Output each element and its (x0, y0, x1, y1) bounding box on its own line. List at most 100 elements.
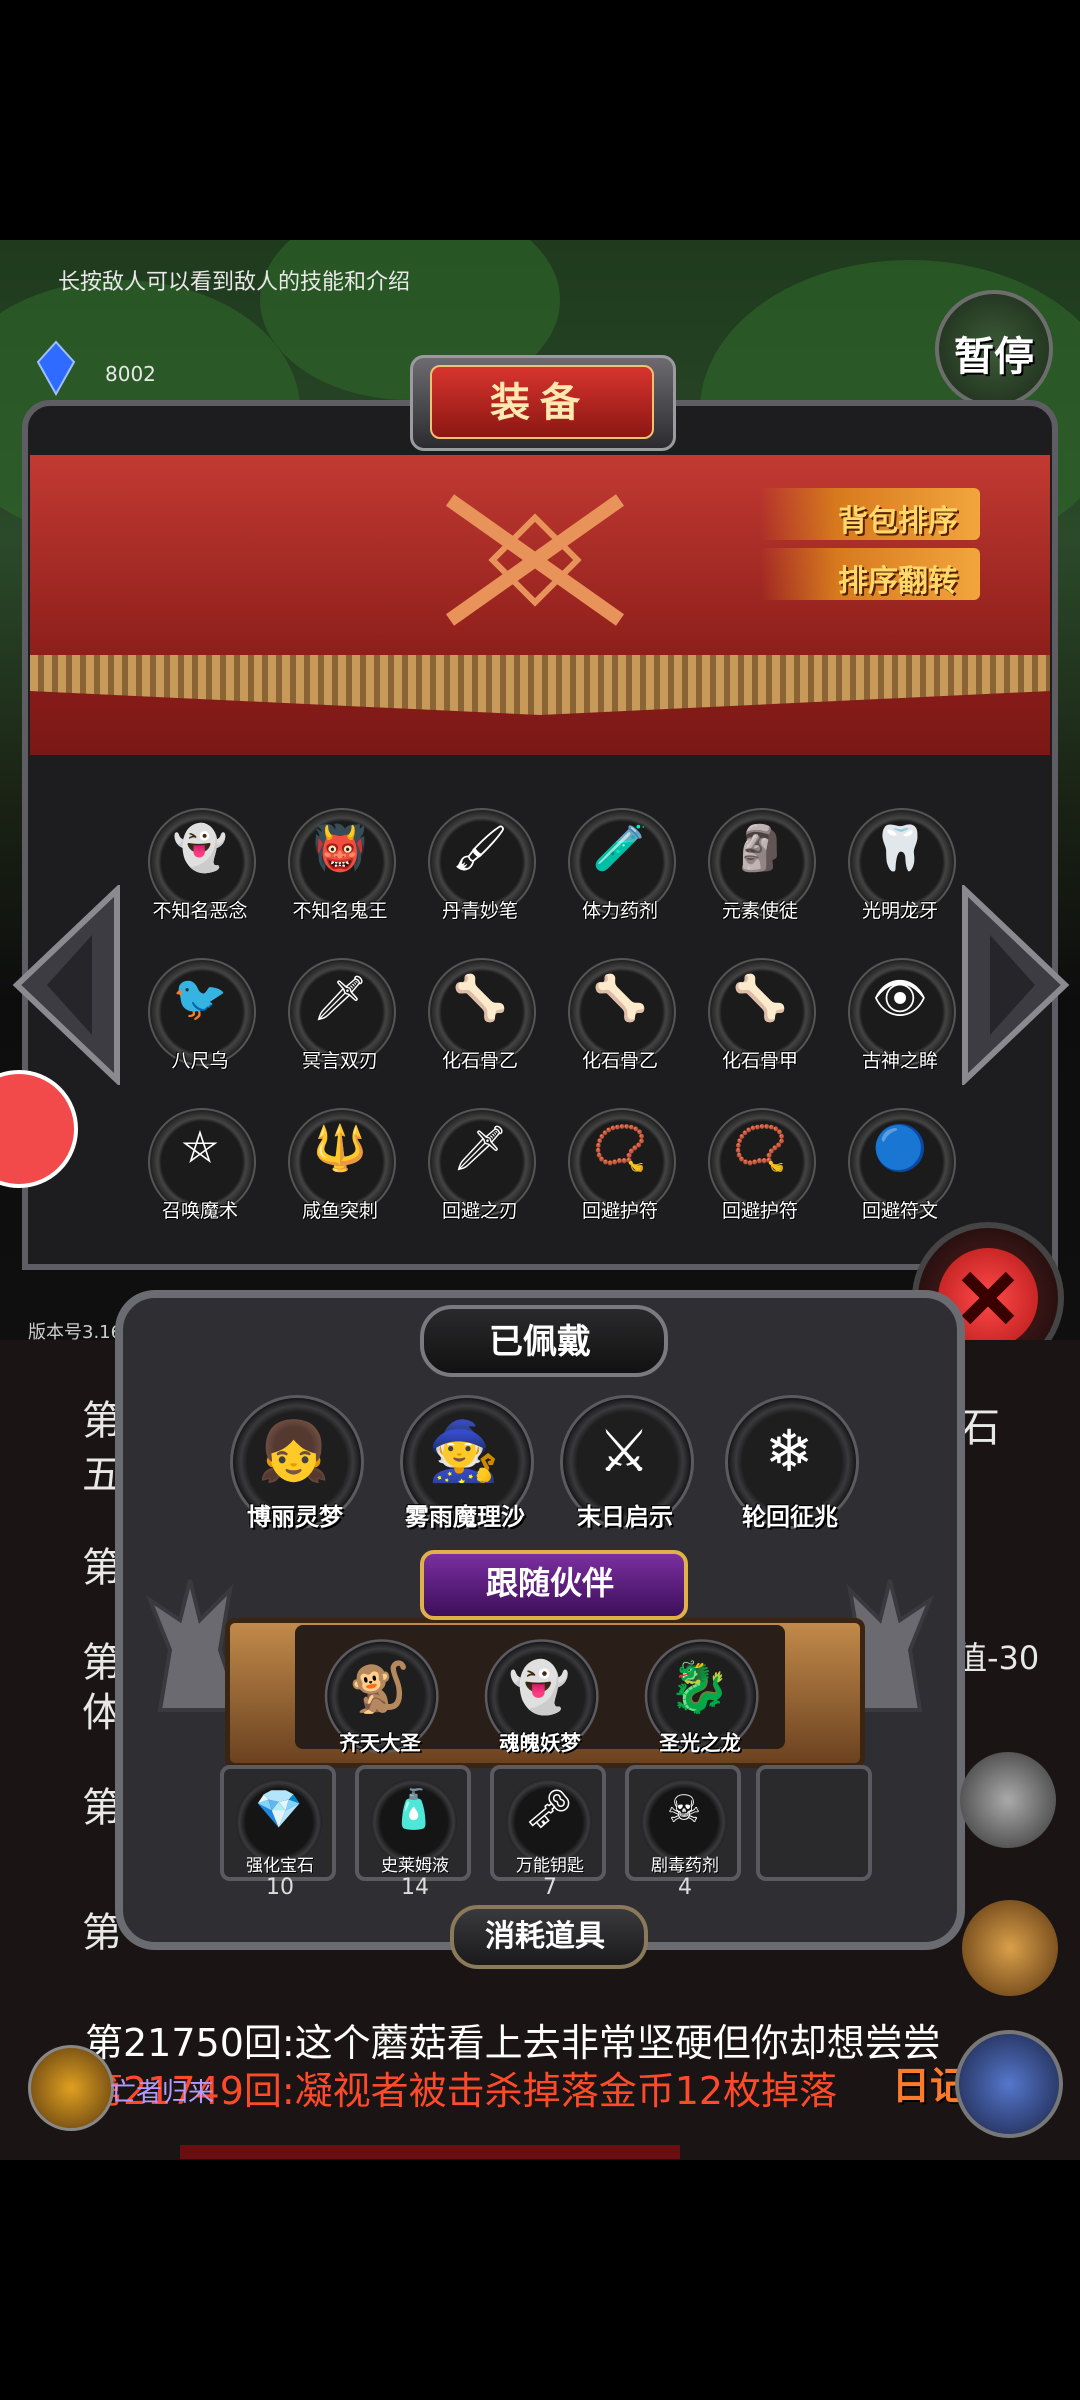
equipment-icon: 🔱 (312, 1123, 368, 1174)
equipment-item[interactable]: 👻 不知名恶念 (140, 808, 260, 928)
equipment-item[interactable]: 🗡 冥言双刃 (280, 958, 400, 1078)
equipment-icon: 🦴 (592, 973, 648, 1024)
equipment-item[interactable]: 🦴 化石骨乙 (560, 958, 680, 1078)
equipment-icon: 👹 (312, 823, 368, 874)
consumable-label: 史莱姆液 (381, 1856, 449, 1876)
consumable-icon: ☠ (666, 1787, 702, 1831)
equipment-icon: 🦴 (732, 973, 788, 1024)
equipment-label: 冥言双刃 (301, 1050, 378, 1072)
equipment-label: 召唤魔术 (161, 1200, 238, 1222)
consumable-icon: 🗝 (524, 1787, 574, 1831)
worn-icon: ❄ (764, 1417, 814, 1485)
log-fragment: 石 (960, 1405, 1000, 1451)
consumable-count: 4 (678, 1875, 692, 1900)
crossed-swords-emblem-icon (445, 494, 625, 626)
equipment-label: 光明龙牙 (861, 900, 938, 922)
knight-helmet-icon[interactable] (960, 1752, 1056, 1848)
worn-icon: 🧙 (427, 1417, 501, 1485)
equipment-label: 丹青妙笔 (441, 900, 518, 922)
consumable-item[interactable]: ☠ 剧毒药剂 4 (625, 1765, 745, 1905)
player-avatar[interactable] (28, 2045, 114, 2131)
companion-label: 圣光之龙 (659, 1731, 741, 1755)
equipment-item[interactable]: 📿 回避护符 (560, 1108, 680, 1228)
log-line: 第21750回:这个蘑菇看上去非常坚硬但你却想尝尝 (85, 2021, 941, 2065)
equipment-icon: 🐦 (172, 973, 228, 1024)
equipment-title: 装备 (490, 380, 590, 426)
equipment-label: 古神之眸 (861, 1050, 938, 1072)
consumable-count: 10 (266, 1875, 294, 1900)
hp-bar (180, 2145, 680, 2159)
companion-title: 跟随伙伴 (485, 1564, 614, 1602)
equipment-item[interactable]: 🔵 回避符文 (840, 1108, 960, 1228)
companion-item[interactable]: 🐉 圣光之龙 (641, 1639, 760, 1767)
equipment-label: 化石骨甲 (721, 1050, 798, 1072)
equipment-label: 回避符文 (861, 1200, 938, 1222)
beer-mug-icon[interactable] (962, 1900, 1058, 1996)
equipment-icon: 🗡 (312, 973, 368, 1024)
equipment-icon: 🗡 (452, 1123, 508, 1174)
hint-text: 长按敌人可以看到敌人的技能和介绍 (58, 270, 411, 295)
companion-label: 魂魄妖梦 (499, 1731, 581, 1755)
worn-item[interactable]: ❄ 轮回征兆 (720, 1395, 860, 1545)
left-arrow-icon[interactable] (12, 885, 122, 1085)
consumable-item[interactable]: 🗝 万能钥匙 7 (490, 1765, 610, 1905)
consumable-item[interactable]: 💎 强化宝石 10 (220, 1765, 340, 1905)
equipment-label: 咸鱼突刺 (301, 1200, 378, 1222)
worn-icon: ⚔ (598, 1417, 650, 1485)
consumable-icon: 💎 (255, 1787, 303, 1831)
equipment-icon: 🦷 (872, 823, 928, 874)
equipment-item[interactable]: 👁 古神之眸 (840, 958, 960, 1078)
reverse-sort-button[interactable]: 排序翻转 (760, 548, 980, 600)
worn-title: 已佩戴 (489, 1322, 591, 1362)
equipment-label: 化石骨乙 (441, 1050, 518, 1072)
consumable-label: 万能钥匙 (516, 1856, 584, 1876)
equipment-item[interactable]: 🦴 化石骨甲 (700, 958, 820, 1078)
player-name: 亡者归来 (110, 2078, 215, 2108)
diary-book-icon[interactable] (955, 2030, 1063, 2138)
companion-item[interactable]: 👻 魂魄妖梦 (481, 1639, 600, 1767)
right-arrow-icon[interactable] (960, 885, 1070, 1085)
consumable-count: 7 (543, 1875, 557, 1900)
equipment-icon: ⛤ (182, 1122, 218, 1173)
equipment-item[interactable]: 🦴 化石骨乙 (420, 958, 540, 1078)
equipment-label: 不知名恶念 (152, 900, 248, 922)
equipment-icon: 📿 (732, 1123, 788, 1174)
consumable-icon: 🧴 (390, 1787, 438, 1831)
equipment-label: 回避护符 (581, 1200, 658, 1222)
equipment-item[interactable]: 🔱 咸鱼突刺 (280, 1108, 400, 1228)
consumables-title: 消耗道具 (485, 1919, 605, 1954)
consumable-count: 14 (401, 1875, 429, 1900)
equipment-icon: 🧪 (592, 823, 648, 874)
companion-icon: 🐉 (668, 1657, 730, 1716)
equipment-item[interactable]: ⛤ 召唤魔术 (140, 1108, 260, 1228)
equipment-item[interactable]: 🗿 元素使徒 (700, 808, 820, 928)
empty-slot[interactable] (756, 1765, 876, 1905)
sort-bag-button[interactable]: 背包排序 (760, 488, 980, 540)
log-fragment: 值-30 (955, 1639, 1040, 1677)
pause-button[interactable]: 暂停 (935, 290, 1053, 408)
companion-item[interactable]: 🐒 齐天大圣 (321, 1639, 440, 1767)
gem-icon (36, 340, 76, 396)
equipment-item[interactable]: 🗡 回避之刃 (420, 1108, 540, 1228)
pause-label: 暂停 (954, 334, 1034, 380)
equipment-label: 体力药剂 (581, 900, 658, 922)
worn-item[interactable]: 🧙 雾雨魔理沙 (395, 1395, 535, 1545)
equipment-icon: 📿 (592, 1123, 648, 1174)
consumable-item[interactable]: 🧴 史莱姆液 14 (355, 1765, 475, 1905)
worn-item[interactable]: 👧 博丽灵梦 (225, 1395, 365, 1545)
equipment-item[interactable]: 🦷 光明龙牙 (840, 808, 960, 928)
equipment-label: 化石骨乙 (581, 1050, 658, 1072)
equipment-item[interactable]: 👹 不知名鬼王 (280, 808, 400, 928)
worn-item[interactable]: ⚔ 末日启示 (555, 1395, 695, 1545)
equipment-icon: 🦴 (452, 973, 508, 1024)
equipment-item[interactable]: 🖌 丹青妙笔 (420, 808, 540, 928)
companion-label: 齐天大圣 (339, 1731, 421, 1755)
equipment-label: 回避护符 (721, 1200, 798, 1222)
equipment-item[interactable]: 🐦 八尺乌 (140, 958, 260, 1078)
companion-icon: 👻 (508, 1657, 570, 1716)
reverse-sort-label: 排序翻转 (838, 564, 958, 599)
equipment-label: 回避之刃 (441, 1200, 518, 1222)
equipment-label: 元素使徒 (721, 900, 798, 922)
equipment-item[interactable]: 🧪 体力药剂 (560, 808, 680, 928)
equipment-item[interactable]: 📿 回避护符 (700, 1108, 820, 1228)
